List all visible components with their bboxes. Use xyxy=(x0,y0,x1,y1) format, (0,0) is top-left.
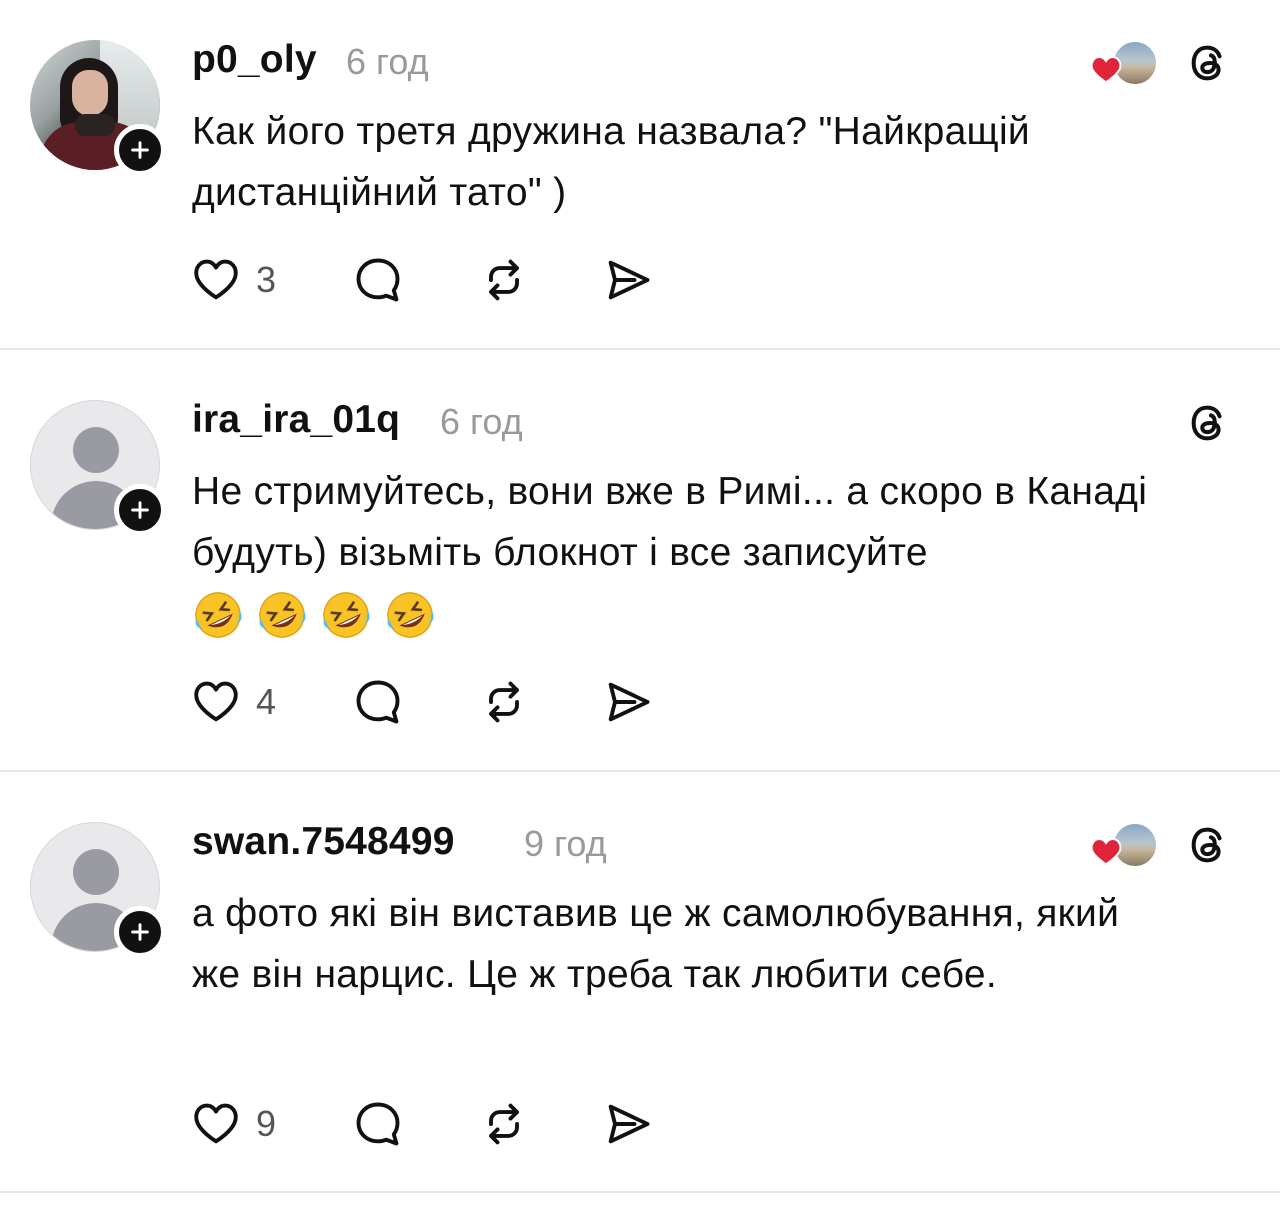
action-bar: 3 xyxy=(190,252,670,308)
divider xyxy=(0,1191,1280,1193)
reply-button[interactable] xyxy=(352,674,404,730)
follow-button[interactable] xyxy=(114,124,166,176)
reply-button[interactable] xyxy=(352,252,404,308)
send-icon xyxy=(608,682,650,722)
username[interactable]: ira_ira_01q xyxy=(192,398,400,442)
heart-filled-icon xyxy=(1090,837,1122,866)
action-bar: 9 xyxy=(190,1096,670,1152)
heart-outline-icon xyxy=(194,1103,238,1144)
repost-button[interactable] xyxy=(478,252,530,308)
send-icon xyxy=(608,1104,650,1144)
comment-bubble-icon xyxy=(356,680,400,724)
laughing-emoji-icon xyxy=(259,592,306,638)
post-text: Не стримуйтесь, вони вже в Римі... а ско… xyxy=(192,461,1232,651)
repost-icon xyxy=(489,681,519,723)
timestamp: 6 год xyxy=(346,41,429,82)
divider xyxy=(0,348,1280,350)
emoji-row xyxy=(192,589,448,651)
timestamp: 6 год xyxy=(440,401,523,442)
comment-bubble-icon xyxy=(356,258,400,302)
laughing-emoji-icon xyxy=(323,592,370,638)
like-count: 4 xyxy=(256,681,277,722)
repost-icon xyxy=(489,1103,519,1145)
divider xyxy=(0,770,1280,772)
reply-button[interactable] xyxy=(352,1096,404,1152)
timestamp: 9 год xyxy=(524,823,607,864)
comment-bubble-icon xyxy=(356,1102,400,1146)
like-count: 3 xyxy=(256,259,277,300)
follow-button[interactable] xyxy=(114,906,166,958)
plus-icon xyxy=(131,501,149,519)
send-icon xyxy=(608,260,650,300)
laughing-emoji-icon xyxy=(195,592,242,638)
follow-button[interactable] xyxy=(114,484,166,536)
repost-button[interactable] xyxy=(478,1096,530,1152)
post-text-body: Не стримуйтесь, вони вже в Римі... а ско… xyxy=(192,470,1148,574)
heart-filled-icon xyxy=(1090,55,1122,84)
repost-button[interactable] xyxy=(478,674,530,730)
like-count: 9 xyxy=(256,1103,277,1144)
post-text: Как його третя дружина назвала? "Найкращ… xyxy=(192,110,1030,214)
heart-outline-icon xyxy=(194,681,238,722)
threads-logo-icon[interactable] xyxy=(1186,822,1232,868)
plus-icon xyxy=(131,923,149,941)
like-button[interactable]: 3 xyxy=(190,252,276,308)
like-button[interactable]: 4 xyxy=(190,674,276,730)
liked-by-author-indicator xyxy=(1090,40,1162,86)
action-bar: 4 xyxy=(190,674,670,730)
liked-by-author-indicator xyxy=(1090,822,1162,868)
threads-logo-icon[interactable] xyxy=(1186,400,1232,446)
post-text: а фото які він виставив це ж самолюбуван… xyxy=(192,892,1120,996)
repost-icon xyxy=(489,259,519,301)
share-button[interactable] xyxy=(602,674,654,730)
username[interactable]: swan.7548499 xyxy=(192,820,455,864)
like-button[interactable]: 9 xyxy=(190,1096,276,1152)
threads-logo-icon[interactable] xyxy=(1186,40,1232,86)
plus-icon xyxy=(131,141,149,159)
share-button[interactable] xyxy=(602,252,654,308)
heart-outline-icon xyxy=(194,259,238,300)
share-button[interactable] xyxy=(602,1096,654,1152)
username[interactable]: p0_oly xyxy=(192,38,317,82)
laughing-emoji-icon xyxy=(387,592,434,638)
